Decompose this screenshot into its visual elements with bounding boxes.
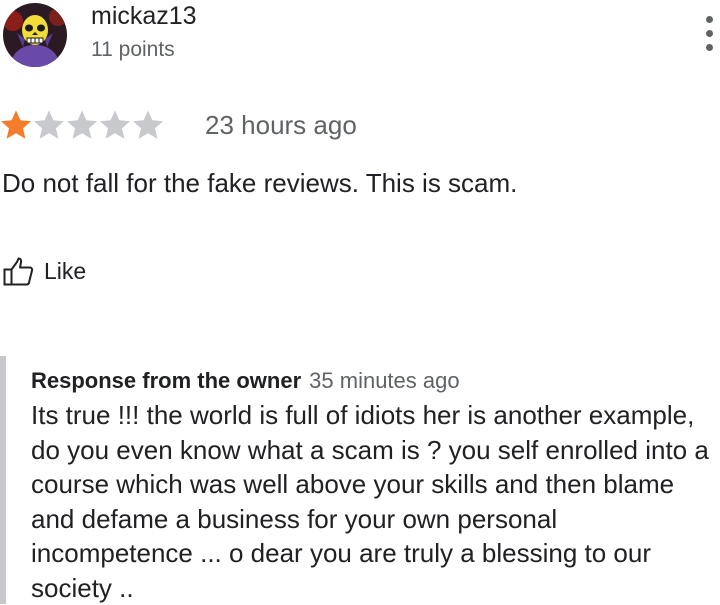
reviewer-name[interactable]: mickaz13 xyxy=(91,2,197,31)
star-filled-icon xyxy=(1,110,31,139)
like-button[interactable]: Like xyxy=(2,254,86,288)
like-label: Like xyxy=(44,257,87,284)
response-header: Response from the owner 35 minutes ago xyxy=(31,368,460,394)
response-time: 35 minutes ago xyxy=(309,368,460,393)
star-empty-icon xyxy=(34,110,64,139)
star-empty-icon xyxy=(100,110,130,139)
response-divider xyxy=(0,356,6,604)
star-rating xyxy=(0,109,164,143)
response-title: Response from the owner xyxy=(31,368,302,393)
response-text: Its true !!! the world is full of idiots… xyxy=(31,400,709,603)
review-time: 23 hours ago xyxy=(205,110,357,140)
skull-avatar-icon xyxy=(3,3,67,67)
reviewer-points: 11 points xyxy=(91,38,175,61)
more-vert-icon[interactable] xyxy=(703,14,717,54)
thumbs-up-icon xyxy=(3,257,34,286)
owner-response: Response from the owner 35 minutes ago It… xyxy=(0,356,716,604)
star-empty-icon xyxy=(133,110,163,139)
star-empty-icon xyxy=(67,110,97,139)
review-text: Do not fall for the fake reviews. This i… xyxy=(2,168,518,198)
reviewer-avatar[interactable] xyxy=(3,3,67,67)
